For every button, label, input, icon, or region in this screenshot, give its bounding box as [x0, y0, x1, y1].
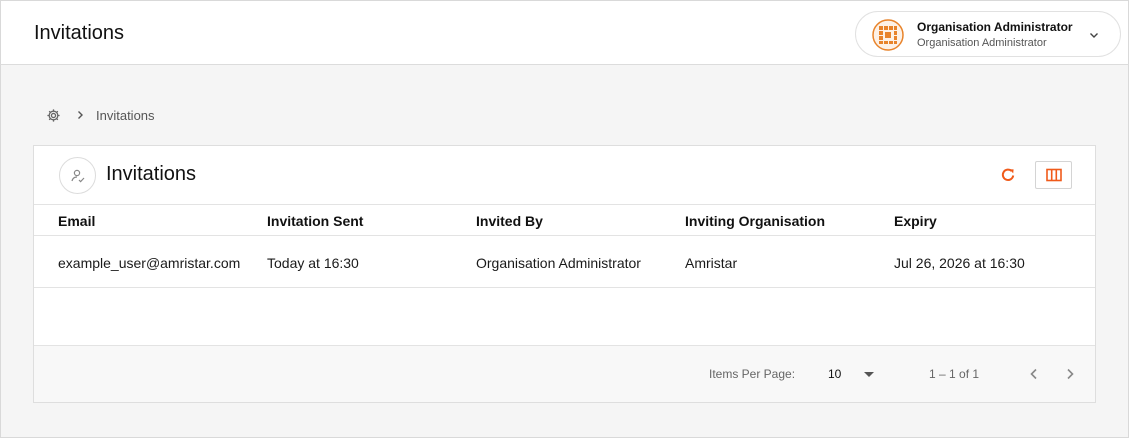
chevron-left-icon	[1030, 368, 1037, 380]
account-menu-button[interactable]: Organisation Administrator Organisation …	[855, 11, 1121, 57]
top-bar: Invitations Organisation Administrator O…	[0, 0, 1129, 65]
breadcrumb: Invitations	[46, 106, 155, 124]
invitations-card: Invitations Email Invitation Sent Invite…	[33, 145, 1096, 403]
column-header-expiry[interactable]: Expiry	[894, 213, 937, 229]
table-header: Email Invitation Sent Invited By Invitin…	[34, 205, 1095, 236]
column-header-invited-by[interactable]: Invited By	[476, 213, 543, 229]
cell-invited-by: Organisation Administrator	[476, 255, 641, 271]
column-header-email[interactable]: Email	[58, 213, 95, 229]
cell-expiry: Jul 26, 2026 at 16:30	[894, 255, 1025, 271]
cell-inviting-organisation: Amristar	[685, 255, 738, 271]
user-check-icon	[70, 169, 84, 182]
table-row[interactable]: example_user@amristar.com Today at 16:30…	[34, 236, 1095, 288]
caret-down-icon	[864, 372, 874, 377]
gear-icon[interactable]	[46, 108, 61, 123]
items-per-page-select[interactable]: 10	[828, 362, 880, 386]
card-icon-wrapper	[59, 157, 96, 194]
columns-icon	[1045, 168, 1062, 182]
cell-invitation-sent: Today at 16:30	[267, 255, 359, 271]
chevron-right-icon	[78, 111, 83, 119]
breadcrumb-current: Invitations	[96, 107, 155, 123]
account-role: Organisation Administrator	[917, 37, 1047, 49]
card-title: Invitations	[106, 163, 197, 185]
refresh-icon	[1001, 168, 1015, 181]
column-header-inviting-organisation[interactable]: Inviting Organisation	[685, 213, 825, 229]
table-paginator: Items Per Page: 10 1 – 1 of 1	[34, 345, 1095, 402]
pagination-range: 1 – 1 of 1	[929, 367, 980, 381]
waffle-logo-icon	[872, 19, 904, 51]
previous-page-button[interactable]	[1024, 364, 1044, 384]
refresh-button[interactable]	[998, 165, 1018, 185]
page-title: Invitations	[34, 22, 125, 44]
column-header-invitation-sent[interactable]: Invitation Sent	[267, 213, 363, 229]
cell-email: example_user@amristar.com	[58, 255, 241, 271]
next-page-button[interactable]	[1060, 364, 1080, 384]
items-per-page-value: 10	[828, 367, 842, 381]
column-settings-button[interactable]	[1035, 161, 1072, 189]
chevron-down-icon	[1090, 33, 1098, 38]
chevron-right-icon	[1067, 368, 1074, 380]
items-per-page-label: Items Per Page:	[709, 367, 796, 381]
account-name: Organisation Administrator	[917, 20, 1073, 34]
card-header: Invitations	[34, 146, 1095, 205]
